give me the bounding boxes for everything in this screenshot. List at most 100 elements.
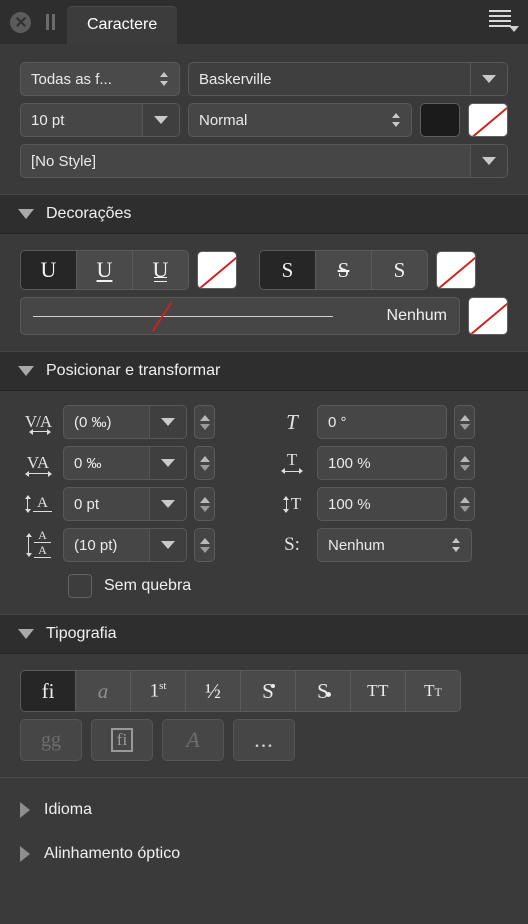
tracking-stepper[interactable] bbox=[194, 446, 215, 480]
leading-field[interactable]: (10 pt) bbox=[63, 528, 187, 562]
alternates-button[interactable]: gg bbox=[20, 719, 82, 761]
transform-left-column: V/A (0 ‰) VA 0 ‰ A 0 pt A A (10 pt) bbox=[20, 405, 252, 562]
none-slash-icon bbox=[151, 302, 173, 332]
baseline-shift-stepper[interactable] bbox=[194, 487, 215, 521]
section-header-decorations[interactable]: Decorações bbox=[0, 194, 528, 234]
pause-icon[interactable] bbox=[45, 14, 57, 30]
disclosure-open-icon bbox=[18, 366, 34, 376]
underline-double-button[interactable]: U bbox=[133, 251, 188, 289]
leading-stepper[interactable] bbox=[194, 528, 215, 562]
leading-caret-icon[interactable] bbox=[149, 529, 186, 561]
skew-field[interactable]: 0 ° bbox=[317, 405, 447, 439]
caps-value: Nenhum bbox=[328, 536, 385, 554]
section-header-language[interactable]: Idioma bbox=[0, 788, 528, 832]
font-size-caret-icon[interactable] bbox=[142, 104, 179, 136]
underline-none-button[interactable]: U bbox=[21, 251, 77, 289]
hamburger-menu-icon[interactable] bbox=[488, 9, 520, 33]
kerning-icon: V/A bbox=[20, 405, 56, 439]
typography-segmented-group: fi a 1st ½ S S TT TT bbox=[20, 670, 461, 712]
horizontal-scale-stepper[interactable] bbox=[454, 446, 475, 480]
tracking-icon: VA bbox=[20, 446, 56, 480]
baseline-shift-field[interactable]: 0 pt bbox=[63, 487, 187, 521]
character-panel: Caractere Todas as f... Baskerville 10 p… bbox=[0, 0, 528, 924]
vertical-scale-field[interactable]: 100 % bbox=[317, 487, 447, 521]
vertical-scale-stepper[interactable] bbox=[454, 487, 475, 521]
kerning-caret-icon[interactable] bbox=[149, 406, 186, 438]
line-style-color-swatch[interactable] bbox=[468, 297, 508, 335]
italic-alternates-button[interactable]: a bbox=[76, 671, 131, 711]
glyph-box-button[interactable]: fi bbox=[91, 719, 153, 761]
font-name-select[interactable]: Baskerville bbox=[188, 62, 508, 96]
more-options-glyph: ... bbox=[254, 727, 274, 752]
more-options-button[interactable]: ... bbox=[233, 719, 295, 761]
skew-stepper[interactable] bbox=[454, 405, 475, 439]
superscript-button[interactable]: S bbox=[241, 671, 296, 711]
font-name-caret-icon[interactable] bbox=[470, 63, 507, 95]
font-style-select[interactable]: Normal bbox=[188, 103, 412, 137]
font-style-value: Normal bbox=[199, 111, 248, 129]
underline-double-glyph: U bbox=[152, 257, 169, 282]
typography-buttons-row-1: fi a 1st ½ S S TT TT bbox=[0, 670, 528, 712]
fractions-button[interactable]: ½ bbox=[186, 671, 241, 711]
section-title-optical-alignment: Alinhamento óptico bbox=[44, 845, 181, 862]
decorations-line-style-row: Nenhum bbox=[0, 297, 528, 335]
skew-value: 0 ° bbox=[328, 413, 347, 431]
underline-single-button[interactable]: U bbox=[77, 251, 133, 289]
no-break-checkbox[interactable] bbox=[68, 574, 92, 598]
disclosure-open-icon bbox=[18, 209, 34, 219]
ordinals-button[interactable]: 1st bbox=[131, 671, 186, 711]
font-style-stepper[interactable] bbox=[385, 104, 411, 136]
character-style-caret-icon[interactable] bbox=[470, 145, 507, 177]
transform-grid: V/A (0 ‰) VA 0 ‰ A 0 pt A A (10 pt) T 0 … bbox=[0, 405, 528, 562]
subscript-button[interactable]: S bbox=[296, 671, 351, 711]
horizontal-scale-icon: T bbox=[274, 446, 310, 480]
all-caps-glyph: TT bbox=[367, 681, 389, 700]
baseline-shift-icon: A bbox=[20, 487, 56, 521]
caps-select[interactable]: Nenhum bbox=[317, 528, 472, 562]
strikethrough-color-swatch[interactable] bbox=[436, 251, 476, 289]
line-style-select[interactable]: Nenhum bbox=[20, 297, 460, 335]
leading-icon: A A bbox=[20, 528, 56, 562]
underline-single-glyph: U bbox=[96, 257, 113, 282]
kerning-field[interactable]: (0 ‰) bbox=[63, 405, 187, 439]
font-collection-value: Todas as f... bbox=[31, 70, 112, 88]
strikethrough-none-button[interactable]: S bbox=[260, 251, 316, 289]
strikethrough-double-button[interactable]: S bbox=[372, 251, 427, 289]
section-title-transform: Posicionar e transformar bbox=[46, 362, 221, 379]
font-size-row: 10 pt Normal bbox=[0, 103, 528, 137]
kerning-stepper[interactable] bbox=[194, 405, 215, 439]
text-fill-color-swatch[interactable] bbox=[420, 103, 460, 137]
horizontal-scale-value: 100 % bbox=[328, 454, 371, 472]
character-style-select[interactable]: [No Style] bbox=[20, 144, 508, 178]
tab-caractere[interactable]: Caractere bbox=[67, 6, 178, 44]
section-header-transform[interactable]: Posicionar e transformar bbox=[0, 351, 528, 391]
tracking-row: VA 0 ‰ bbox=[20, 446, 252, 480]
all-caps-button[interactable]: TT bbox=[351, 671, 406, 711]
underline-color-swatch[interactable] bbox=[197, 251, 237, 289]
horizontal-scale-field[interactable]: 100 % bbox=[317, 446, 447, 480]
tracking-caret-icon[interactable] bbox=[149, 447, 186, 479]
text-stroke-color-swatch[interactable] bbox=[468, 103, 508, 137]
font-collection-stepper[interactable] bbox=[153, 63, 179, 95]
line-style-value: Nenhum bbox=[386, 307, 447, 324]
tracking-field[interactable]: 0 ‰ bbox=[63, 446, 187, 480]
font-size-field[interactable]: 10 pt bbox=[20, 103, 180, 137]
font-collection-select[interactable]: Todas as f... bbox=[20, 62, 180, 96]
close-icon[interactable] bbox=[10, 11, 31, 33]
font-name-value: Baskerville bbox=[199, 70, 272, 88]
strikethrough-single-button[interactable]: S bbox=[316, 251, 372, 289]
superscript-glyph: S bbox=[262, 678, 275, 703]
transform-right-column: T 0 ° T 100 % T 100 % S: Nenhum bbox=[274, 405, 475, 562]
section-header-typography[interactable]: Tipografia bbox=[0, 614, 528, 654]
leading-row: A A (10 pt) bbox=[20, 528, 252, 562]
section-header-optical-alignment[interactable]: Alinhamento óptico bbox=[0, 832, 528, 876]
baseline-shift-caret-icon[interactable] bbox=[149, 488, 186, 520]
small-caps-button[interactable]: TT bbox=[406, 671, 460, 711]
section-title-language: Idioma bbox=[44, 801, 93, 818]
swash-button[interactable]: A bbox=[162, 719, 224, 761]
strikethrough-single-glyph: S bbox=[337, 257, 350, 282]
titlebar-left-controls bbox=[0, 0, 57, 44]
caps-stepper[interactable] bbox=[445, 529, 471, 561]
ligatures-button[interactable]: fi bbox=[21, 671, 76, 711]
typography-buttons-row-2: gg fi A ... bbox=[0, 719, 528, 761]
